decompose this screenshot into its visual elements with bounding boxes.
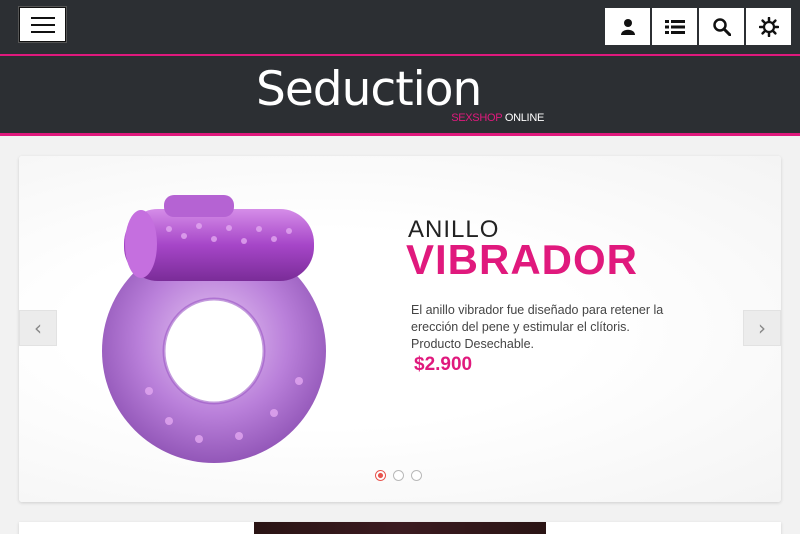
product-image[interactable] xyxy=(89,181,339,466)
settings-button[interactable] xyxy=(745,7,792,46)
chevron-right-icon: › xyxy=(758,316,766,340)
slider-next-button[interactable]: › xyxy=(743,310,781,346)
search-icon xyxy=(712,17,731,36)
search-button[interactable] xyxy=(698,7,745,46)
toolbar xyxy=(604,7,792,46)
slide-title: VIBRADOR xyxy=(406,236,639,283)
top-bar xyxy=(0,0,800,55)
chevron-left-icon: ‹ xyxy=(34,316,42,340)
slider-pagination xyxy=(375,470,422,481)
slide-price: $2.900 xyxy=(414,354,473,375)
content-image[interactable] xyxy=(254,522,546,534)
accent-divider xyxy=(0,133,800,136)
slider-dot-2[interactable] xyxy=(393,470,404,481)
account-button[interactable] xyxy=(604,7,651,46)
categories-button[interactable] xyxy=(651,7,698,46)
hamburger-menu-icon xyxy=(30,16,55,19)
logo-text: Seduction xyxy=(256,62,482,117)
settings-icon xyxy=(758,16,779,37)
list-icon xyxy=(664,19,685,34)
logo-tagline: SEXSHOP ONLINE xyxy=(451,112,544,124)
slider-dot-1[interactable] xyxy=(375,470,386,481)
menu-button[interactable] xyxy=(19,7,66,42)
slide-description: El anillo vibrador fue diseñado para ret… xyxy=(411,303,664,351)
slider-prev-button[interactable]: ‹ xyxy=(19,310,57,346)
user-icon xyxy=(620,19,635,35)
hero-slider: ANILLO VIBRADOR El anillo vibrador fue d… xyxy=(19,156,781,502)
logo[interactable]: Seduction SEXSHOP ONLINE xyxy=(256,62,546,128)
slider-dot-3[interactable] xyxy=(411,470,422,481)
